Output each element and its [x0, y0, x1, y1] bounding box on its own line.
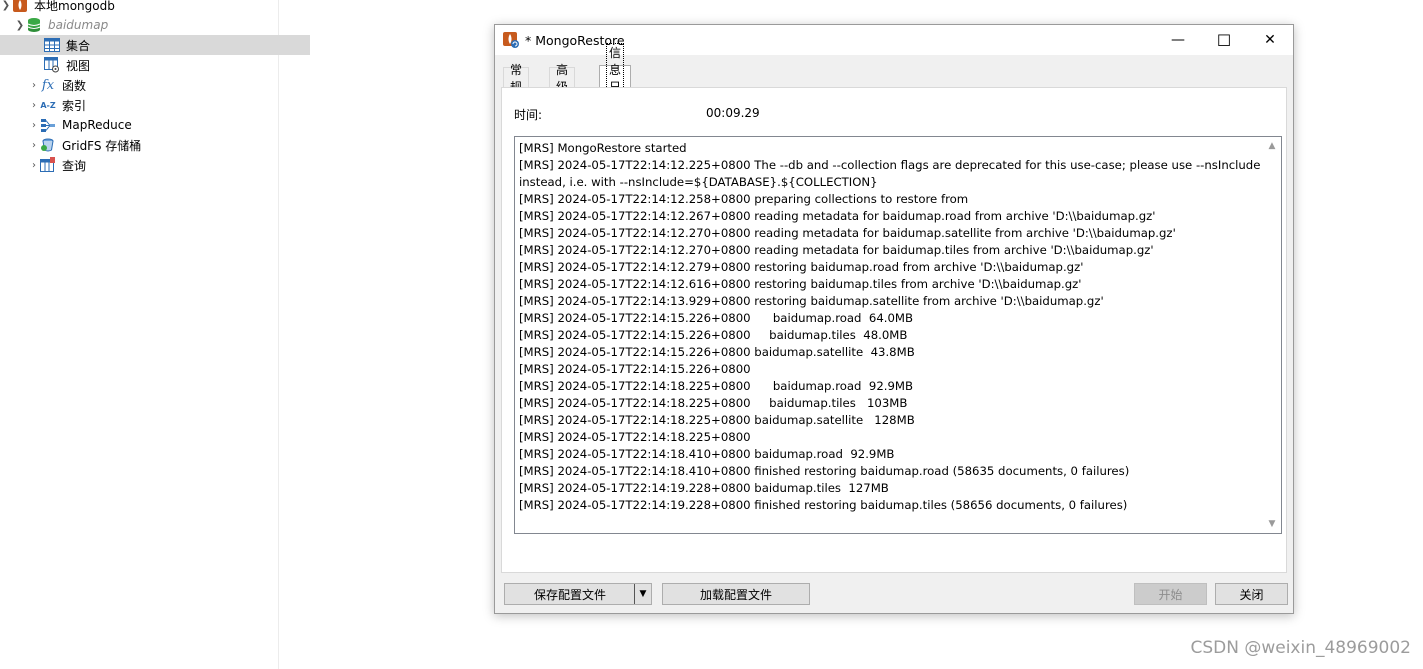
tree-item-queries[interactable]: › 查询	[0, 155, 306, 175]
chevron-down-icon[interactable]: ❯	[14, 15, 26, 35]
gridfs-icon	[40, 137, 56, 153]
connection-label: 本地mongodb	[34, 0, 115, 13]
chevron-right-icon[interactable]: ›	[28, 75, 40, 95]
tree-item-label: MapReduce	[62, 118, 132, 132]
log-line: [MRS] 2024-05-17T22:14:15.226+0800	[519, 362, 751, 376]
tree-item-label: 索引	[62, 98, 87, 113]
log-line: [MRS] 2024-05-17T22:14:12.267+0800 readi…	[519, 209, 1156, 223]
chevron-right-icon[interactable]: ›	[28, 95, 40, 115]
mongorestore-dialog: * MongoRestore — ☐ ✕ 常规 高级 信息日志 时间: 00:0…	[494, 24, 1294, 614]
scroll-up-icon[interactable]: ▲	[1265, 139, 1279, 153]
tab-general[interactable]: 常规	[503, 63, 530, 94]
log-line: [MRS] 2024-05-17T22:14:18.225+0800 baidu…	[519, 379, 914, 393]
info-log-panel: 时间: 00:09.29 [MRS] MongoRestore started[…	[501, 87, 1287, 573]
tree-item-functions[interactable]: › fx 函数	[0, 75, 306, 95]
view-icon	[44, 57, 60, 73]
mongorestore-app-icon	[502, 31, 520, 49]
save-config-label: 保存配置文件	[533, 587, 606, 602]
query-icon	[40, 157, 56, 173]
log-line: [MRS] 2024-05-17T22:14:15.226+0800 baidu…	[519, 328, 908, 342]
scroll-down-icon[interactable]: ▼	[1265, 517, 1279, 531]
time-value: 00:09.29	[706, 106, 760, 120]
save-config-button[interactable]: 保存配置文件 ▼	[504, 583, 652, 605]
tree-database-row[interactable]: ❯ baidumap	[0, 15, 292, 35]
close-label: 关闭	[1239, 587, 1264, 602]
log-output[interactable]: [MRS] MongoRestore started [MRS] 2024-05-…	[514, 136, 1282, 534]
log-lines: [MRS] MongoRestore started [MRS] 2024-05-…	[519, 140, 1261, 514]
chevron-down-icon[interactable]: ▼	[634, 584, 651, 604]
start-button[interactable]: 开始	[1134, 583, 1207, 605]
log-line: [MRS] 2024-05-17T22:14:18.225+0800 baidu…	[519, 396, 908, 410]
log-line: [MRS] 2024-05-17T22:14:13.929+0800 resto…	[519, 294, 1104, 308]
log-line: [MRS] 2024-05-17T22:14:19.228+0800 finis…	[519, 498, 1128, 512]
time-label: 时间:	[514, 108, 543, 122]
tree-item-label: 集合	[66, 38, 91, 53]
close-button[interactable]: 关闭	[1215, 583, 1288, 605]
start-label: 开始	[1158, 587, 1183, 602]
minimize-button[interactable]: —	[1155, 25, 1201, 55]
log-line: [MRS] 2024-05-17T22:14:12.258+0800 prepa…	[519, 192, 969, 206]
log-line: [MRS] 2024-05-17T22:14:12.616+0800 resto…	[519, 277, 1082, 291]
log-line: [MRS] 2024-05-17T22:14:12.270+0800 readi…	[519, 243, 1154, 257]
log-line: [MRS] 2024-05-17T22:14:15.226+0800 baidu…	[519, 345, 915, 359]
tab-info-log[interactable]: 信息日志	[599, 42, 632, 113]
log-line: [MRS] 2024-05-17T22:14:18.410+0800 finis…	[519, 464, 1130, 478]
watermark: CSDN @weixin_48969002	[1190, 638, 1411, 658]
mapreduce-icon	[40, 117, 56, 133]
log-line: [MRS] 2024-05-17T22:14:12.225+0800 The -…	[519, 158, 1265, 189]
chevron-right-icon[interactable]: ›	[28, 115, 40, 135]
load-config-label: 加载配置文件	[699, 587, 772, 602]
log-line: [MRS] 2024-05-17T22:14:12.270+0800 readi…	[519, 226, 1176, 240]
log-line: [MRS] 2024-05-17T22:14:18.225+0800 baidu…	[519, 413, 915, 427]
tree-item-views[interactable]: 视图	[0, 55, 310, 75]
table-icon	[44, 37, 60, 53]
tree-item-label: 函数	[62, 78, 87, 93]
tab-advanced[interactable]: 高级	[549, 63, 576, 94]
database-label: baidumap	[48, 18, 109, 32]
log-line: [MRS] 2024-05-17T22:14:18.225+0800	[519, 430, 751, 444]
log-line: [MRS] MongoRestore started	[519, 141, 687, 155]
tree-item-label: GridFS 存储桶	[62, 138, 142, 153]
chevron-right-icon[interactable]: ›	[28, 155, 40, 175]
tree-item-collections[interactable]: 集合	[0, 35, 310, 55]
tree-item-indexes[interactable]: › A-Z 索引	[0, 95, 306, 115]
index-icon: A-Z	[40, 100, 56, 110]
log-line: [MRS] 2024-05-17T22:14:19.228+0800 baidu…	[519, 481, 889, 495]
function-icon: fx	[41, 77, 55, 93]
chevron-down-icon[interactable]: ❯	[0, 0, 12, 15]
log-line: [MRS] 2024-05-17T22:14:15.226+0800 baidu…	[519, 311, 914, 325]
mongodb-leaf-icon	[12, 0, 28, 13]
tree-item-mapreduce[interactable]: › MapReduce	[0, 115, 306, 135]
log-line: [MRS] 2024-05-17T22:14:18.410+0800 baidu…	[519, 447, 895, 461]
tree-item-gridfs[interactable]: › GridFS 存储桶	[0, 135, 306, 155]
chevron-right-icon[interactable]: ›	[28, 135, 40, 155]
navigation-tree: ❯ 本地mongodb ❯ baidumap 集合 视图 › fx 函数 › A…	[0, 0, 310, 669]
close-window-button[interactable]: ✕	[1247, 25, 1293, 55]
database-icon	[26, 17, 42, 33]
maximize-button[interactable]: ☐	[1201, 25, 1247, 55]
tree-connection-row[interactable]: ❯ 本地mongodb	[0, 0, 278, 15]
log-line: [MRS] 2024-05-17T22:14:12.279+0800 resto…	[519, 260, 1084, 274]
tree-item-label: 查询	[62, 158, 87, 173]
tree-item-label: 视图	[66, 58, 91, 73]
load-config-button[interactable]: 加载配置文件	[662, 583, 810, 605]
